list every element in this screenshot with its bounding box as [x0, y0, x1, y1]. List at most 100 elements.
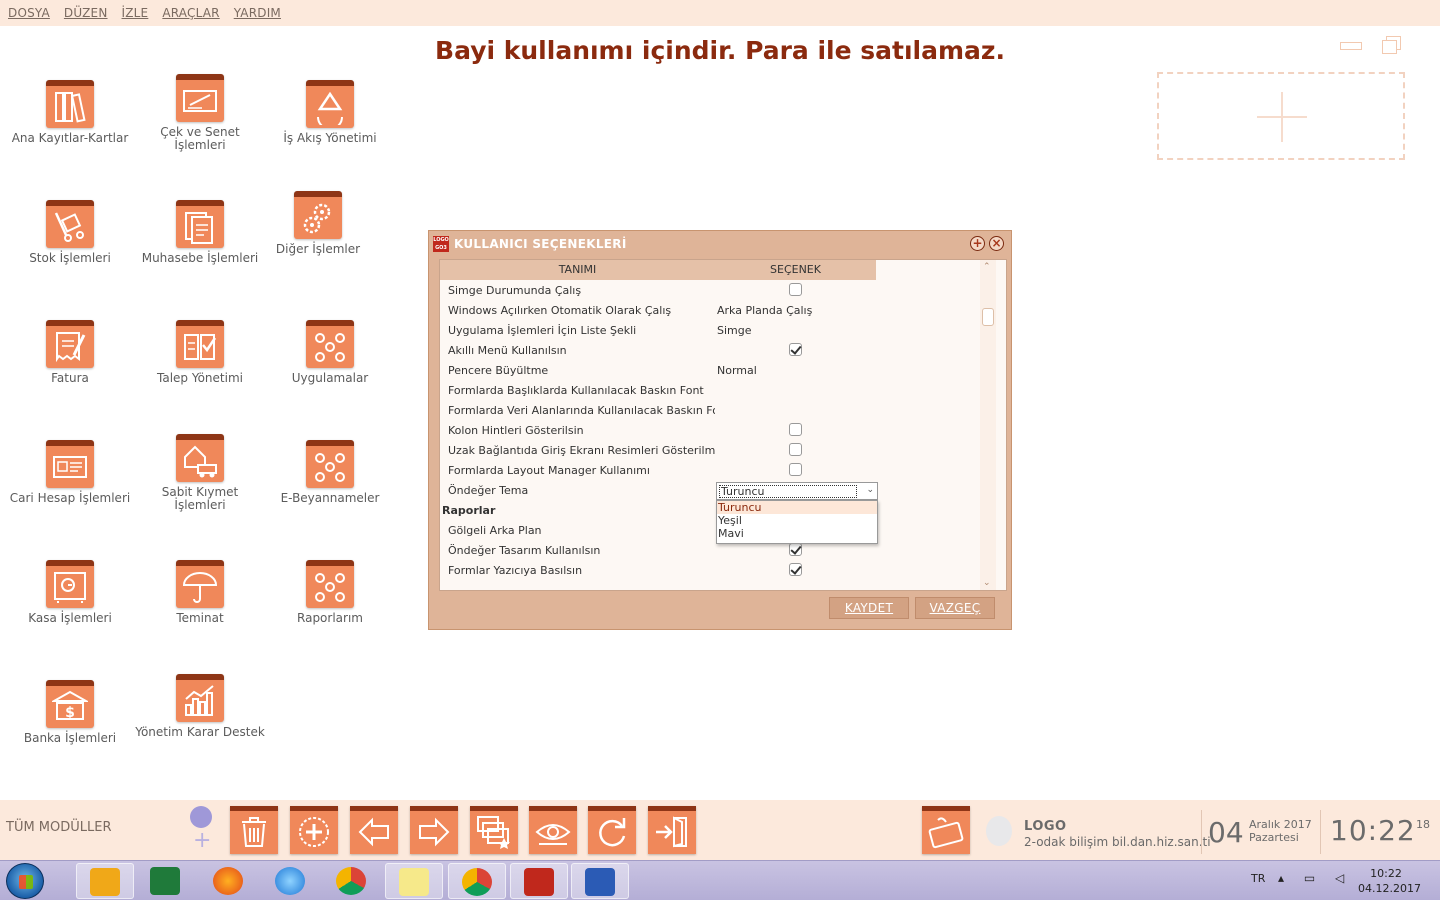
ie-icon[interactable] [262, 863, 320, 899]
module-banka[interactable]: $ Banka İşlemleri [5, 680, 135, 745]
add-dashed-icon[interactable] [290, 806, 338, 854]
module-yonetim-karar[interactable]: Yönetim Karar Destek [135, 674, 265, 739]
recycle-icon [306, 80, 354, 128]
module-is-akis[interactable]: İş Akış Yönetimi [265, 80, 395, 145]
menu-yardim[interactable]: YARDIM [234, 6, 281, 20]
windows-star-icon[interactable] [470, 806, 518, 854]
table-row[interactable]: Öndeğer Tema [440, 480, 980, 500]
module-uygulamalar[interactable]: Uygulamalar [265, 320, 395, 385]
start-button[interactable] [6, 863, 44, 899]
chevron-down-icon[interactable]: ⌄ [866, 485, 874, 495]
module-fatura[interactable]: Fatura [5, 320, 135, 385]
module-stok[interactable]: Stok İşlemleri [5, 200, 135, 265]
add-shortcut-area[interactable] [1157, 72, 1405, 160]
module-label: Raporlarım [297, 611, 363, 625]
bottom-toolbar: TÜM MODÜLLER + LOGO 2-odak bilişim bil.d… [0, 800, 1440, 860]
theme-option-yesil[interactable]: Yeşil [717, 514, 877, 527]
module-label: Banka İşlemleri [23, 731, 117, 745]
forward-arrow-icon[interactable] [410, 806, 458, 854]
scroll-thumb[interactable] [982, 308, 994, 326]
table-row[interactable]: Formlarda Layout Manager Kullanımı [440, 460, 980, 480]
scroll-down-icon[interactable]: ⌄ [983, 578, 991, 588]
tray-icons[interactable]: ▴ ▭ ◁ [1278, 871, 1352, 885]
option-checkbox[interactable] [789, 283, 802, 296]
save-button[interactable]: KAYDET [829, 597, 909, 619]
plus-icon[interactable]: + [193, 830, 211, 852]
restore-icon[interactable] [1381, 36, 1401, 54]
back-arrow-icon[interactable] [350, 806, 398, 854]
dialog-maximize-button[interactable]: + [970, 236, 985, 251]
option-value[interactable]: Normal [715, 364, 895, 377]
apps-icon [306, 440, 354, 488]
column-header-tanimi[interactable]: TANIMI [440, 260, 715, 280]
module-teminat[interactable]: Teminat [135, 560, 265, 625]
module-raporlarim[interactable]: Raporlarım [265, 560, 395, 625]
outlook-icon[interactable] [76, 863, 134, 899]
trash-icon[interactable] [230, 806, 278, 854]
circle-icon[interactable] [190, 806, 212, 828]
cancel-button[interactable]: VAZGEÇ [915, 597, 995, 619]
module-muhasebe[interactable]: Muhasebe İşlemleri [135, 200, 265, 265]
table-row[interactable]: Windows Açılırken Otomatik Olarak Çalış A… [440, 300, 980, 320]
minimize-icon[interactable] [1340, 36, 1362, 52]
theme-option-mavi[interactable]: Mavi [717, 527, 877, 540]
firefox-icon[interactable] [200, 863, 258, 899]
option-checkbox[interactable] [789, 463, 802, 476]
option-label: Gölgeli Arka Plan [448, 523, 542, 537]
theme-combo[interactable]: Turuncu ⌄ [716, 482, 878, 500]
option-checkbox[interactable] [789, 563, 802, 576]
option-value[interactable]: Arka Planda Çalış [715, 304, 895, 317]
theme-option-turuncu[interactable]: Turuncu [717, 501, 877, 514]
group-header[interactable]: Raporlar [440, 500, 980, 520]
excel-icon[interactable] [137, 863, 195, 899]
table-row[interactable]: Akıllı Menü Kullanılsın [440, 340, 980, 360]
word-icon[interactable] [571, 863, 629, 899]
module-kasa[interactable]: Kasa İşlemleri [5, 560, 135, 625]
module-sabit-kiymet[interactable]: Sabit Kıymet İşlemleri [135, 434, 265, 512]
chrome-icon[interactable] [323, 863, 381, 899]
option-label: Formlar Yazıcıya Basılsın [448, 563, 583, 577]
table-row[interactable]: Gölgeli Arka Plan [440, 520, 980, 540]
apps-icon [306, 560, 354, 608]
option-checkbox[interactable] [789, 423, 802, 436]
bar-chart-icon [176, 674, 224, 722]
dialog-close-button[interactable]: × [989, 236, 1004, 251]
module-cari-hesap[interactable]: Cari Hesap İşlemleri [5, 440, 135, 505]
table-row[interactable]: Simge Durumunda Çalış [440, 280, 980, 300]
module-talep[interactable]: Talep Yönetimi [135, 320, 265, 385]
table-row[interactable]: Uzak Bağlantıda Giriş Ekranı Resimleri G… [440, 440, 980, 460]
vertical-scrollbar[interactable]: ⌃ ⌄ [980, 260, 996, 590]
tray-clock[interactable]: 10:22 04.12.2017 [1358, 866, 1421, 896]
logo-go3-icon[interactable] [510, 863, 568, 899]
table-row[interactable]: Formlarda Veri Alanlarında Kullanılacak … [440, 400, 980, 420]
menu-araclar[interactable]: ARAÇLAR [162, 6, 219, 20]
module-e-beyanname[interactable]: E-Beyannameler [265, 440, 395, 505]
option-checkbox[interactable] [789, 343, 802, 356]
column-header-secenek[interactable]: SEÇENEK [715, 260, 876, 280]
sticky-notes-icon[interactable] [385, 863, 443, 899]
language-indicator[interactable]: TR [1251, 872, 1265, 885]
exit-door-icon[interactable] [648, 806, 696, 854]
module-ana-kayitlar[interactable]: Ana Kayıtlar-Kartlar [5, 80, 135, 145]
chrome-user-icon[interactable] [448, 863, 506, 899]
option-value[interactable]: Simge [715, 324, 895, 337]
option-checkbox[interactable] [789, 443, 802, 456]
table-row[interactable]: Formlar Yazıcıya Basılsın [440, 560, 980, 580]
keyboard-icon[interactable] [922, 806, 970, 854]
menu-duzen[interactable]: DÜZEN [64, 6, 108, 20]
module-cek-senet[interactable]: Çek ve Senet İşlemleri [135, 74, 265, 152]
menu-izle[interactable]: İZLE [122, 6, 149, 20]
table-row[interactable]: Kolon Hintleri Gösterilsin [440, 420, 980, 440]
eye-icon[interactable] [529, 806, 577, 854]
table-row[interactable]: Pencere Büyültme Normal [440, 360, 980, 380]
option-checkbox[interactable] [789, 543, 802, 556]
all-modules-label[interactable]: TÜM MODÜLLER [6, 820, 112, 835]
table-row[interactable]: Öndeğer Tasarım Kullanılsın [440, 540, 980, 560]
table-row[interactable]: Uygulama İşlemleri İçin Liste Şekli Simge [440, 320, 980, 340]
module-diger[interactable]: Diğer İşlemler [253, 191, 383, 256]
refresh-icon[interactable] [588, 806, 636, 854]
table-row[interactable]: Formlarda Başlıklarda Kullanılacak Baskı… [440, 380, 980, 400]
menu-dosya[interactable]: DOSYA [8, 6, 50, 20]
company-detail: 2-odak bilişim bil.dan.hiz.san.ti [1024, 835, 1211, 849]
scroll-up-icon[interactable]: ⌃ [983, 262, 991, 272]
